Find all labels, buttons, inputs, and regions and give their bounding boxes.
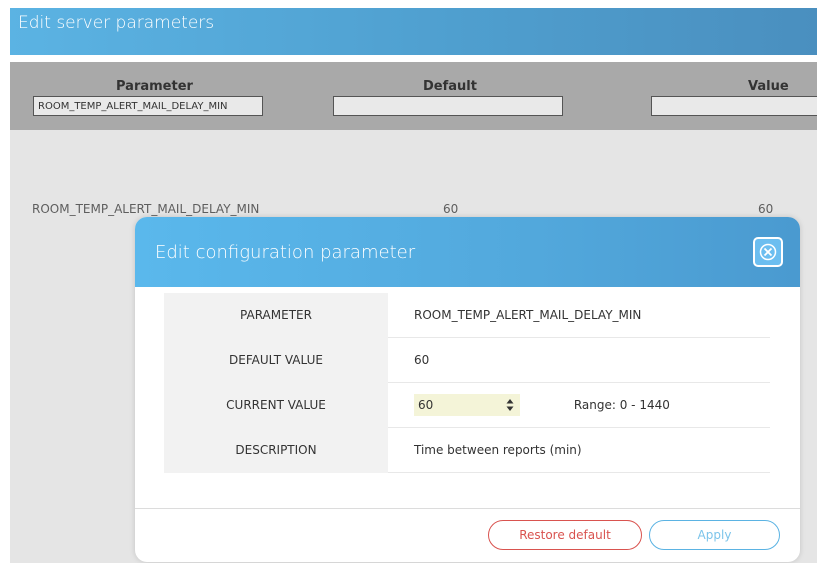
restore-default-button[interactable]: Restore default <box>488 520 642 550</box>
parameter-filter-input[interactable] <box>33 96 263 116</box>
current-value-input[interactable]: 60 <box>418 398 433 412</box>
default-filter-input[interactable] <box>333 96 563 116</box>
edit-parameter-modal: Edit configuration parameter PARAMETER R… <box>135 217 800 562</box>
current-value-label: CURRENT VALUE <box>164 382 388 428</box>
detail-row-parameter: PARAMETER ROOM_TEMP_ALERT_MAIL_DELAY_MIN <box>164 293 770 338</box>
parameter-details-table: PARAMETER ROOM_TEMP_ALERT_MAIL_DELAY_MIN… <box>164 293 770 473</box>
detail-row-default-value: DEFAULT VALUE 60 <box>164 337 770 383</box>
range-label: Range: 0 - 1440 <box>573 397 670 412</box>
detail-row-current-value: CURRENT VALUE 60 Range: 0 - 1440 <box>164 382 770 428</box>
detail-row-description: DESCRIPTION Time between reports (min) <box>164 427 770 473</box>
description-label: DESCRIPTION <box>164 427 388 473</box>
column-header-value[interactable]: Value <box>748 79 789 94</box>
modal-title: Edit configuration parameter <box>155 242 416 263</box>
modal-header: Edit configuration parameter <box>135 217 800 287</box>
filter-bar: Parameter Default Value <box>10 62 817 130</box>
footer-divider <box>135 508 800 509</box>
description-value: Time between reports (min) <box>388 427 770 473</box>
value-filter-input[interactable] <box>651 96 817 116</box>
page-header: Edit server parameters <box>10 8 817 55</box>
close-button[interactable] <box>753 237 783 267</box>
current-value-stepper[interactable]: 60 <box>414 394 520 416</box>
default-value-text: 60 <box>388 337 770 383</box>
close-x-icon <box>759 243 777 261</box>
parameter-label: PARAMETER <box>164 293 388 338</box>
page-title: Edit server parameters <box>18 13 215 33</box>
apply-button[interactable]: Apply <box>649 520 780 550</box>
current-value-cell: 60 Range: 0 - 1440 <box>388 382 770 428</box>
column-header-default[interactable]: Default <box>423 79 477 94</box>
column-header-parameter[interactable]: Parameter <box>116 79 193 94</box>
default-value-label: DEFAULT VALUE <box>164 337 388 383</box>
up-down-arrows-icon[interactable] <box>506 398 514 412</box>
parameter-value: ROOM_TEMP_ALERT_MAIL_DELAY_MIN <box>388 293 770 338</box>
